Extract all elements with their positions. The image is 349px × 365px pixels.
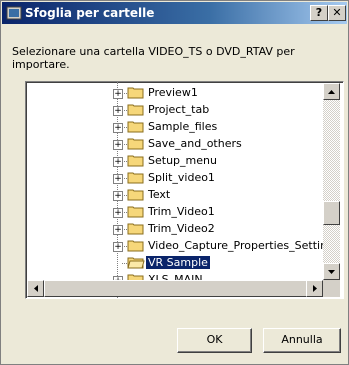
- vertical-scroll-thumb[interactable]: [323, 201, 340, 225]
- folder-icon: [127, 138, 144, 150]
- arrow-right-icon: [313, 285, 317, 292]
- tree-item-label: Text: [148, 188, 171, 201]
- expand-icon[interactable]: +: [113, 106, 123, 116]
- scroll-down-button[interactable]: [323, 263, 340, 280]
- close-button[interactable]: ✕: [328, 5, 346, 21]
- tree-item[interactable]: + Trim_Video2: [26, 220, 326, 238]
- folder-tree[interactable]: + Preview1 + Project_tab + Sample_files + Save_…: [25, 81, 344, 299]
- tree-item-label: Preview1: [148, 86, 198, 99]
- expand-icon[interactable]: +: [113, 225, 123, 235]
- expand-icon[interactable]: +: [113, 140, 123, 150]
- scroll-right-button[interactable]: [306, 280, 323, 297]
- scroll-up-button[interactable]: [323, 83, 340, 100]
- tree-item-label: Project_tab: [148, 103, 210, 116]
- folder-icon: [127, 172, 144, 184]
- expand-icon[interactable]: +: [113, 242, 123, 252]
- tree-item[interactable]: + Save_and_others: [26, 135, 326, 153]
- scroll-left-button[interactable]: [27, 280, 44, 297]
- folder-icon: [127, 223, 144, 235]
- arrow-down-icon: [328, 270, 335, 274]
- folder-icon: [127, 104, 144, 116]
- folder-icon: [127, 206, 144, 218]
- expand-icon[interactable]: +: [113, 174, 123, 184]
- horizontal-scrollbar[interactable]: [27, 280, 323, 297]
- tree-item-label: Sample_files: [148, 120, 218, 133]
- folder-icon: [127, 240, 144, 252]
- tree-item[interactable]: + Text: [26, 186, 326, 204]
- scrollbar-corner: [323, 280, 340, 297]
- cancel-button[interactable]: Annulla: [263, 328, 341, 353]
- tree-item-label: Setup_menu: [148, 154, 217, 167]
- expand-icon[interactable]: +: [113, 123, 123, 133]
- tree-item[interactable]: + Video_Capture_Properties_Settin: [26, 237, 328, 255]
- arrow-left-icon: [34, 285, 38, 292]
- tree-item-label: Save_and_others: [148, 137, 242, 150]
- open-folder-icon: [127, 257, 145, 269]
- ok-button[interactable]: OK: [177, 328, 252, 353]
- folder-icon: [127, 87, 144, 99]
- tree-item-label: Trim_Video1: [148, 205, 215, 218]
- folder-icon: [127, 121, 144, 133]
- expand-icon[interactable]: +: [113, 157, 123, 167]
- dialog-prompt: Selezionare una cartella VIDEO_TS o DVD_…: [12, 45, 295, 71]
- tree-item[interactable]: + Setup_menu: [26, 152, 326, 170]
- app-icon: [6, 6, 22, 20]
- tree-item[interactable]: + Trim_Video1: [26, 203, 326, 221]
- tree-item[interactable]: + Split_video1: [26, 169, 326, 187]
- expand-icon[interactable]: +: [113, 89, 123, 99]
- horizontal-scroll-thumb[interactable]: [44, 280, 308, 297]
- dialog-title: Sfoglia per cartelle: [25, 6, 155, 20]
- tree-item[interactable]: VR Sample: [26, 254, 326, 272]
- tree-item-label: Trim_Video2: [148, 222, 215, 235]
- tree-item[interactable]: + Sample_files: [26, 118, 326, 136]
- folder-icon: [127, 189, 144, 201]
- title-bar[interactable]: Sfoglia per cartelle ? ✕: [2, 2, 347, 24]
- tree-item-label: Split_video1: [148, 171, 215, 184]
- tree-item-label: Video_Capture_Properties_Settin: [148, 239, 328, 252]
- expand-icon[interactable]: +: [113, 191, 123, 201]
- tree-item[interactable]: + Preview1: [26, 84, 326, 102]
- help-button[interactable]: ?: [310, 5, 328, 21]
- expand-icon[interactable]: +: [113, 208, 123, 218]
- browse-folder-dialog: Sfoglia per cartelle ? ✕ Selezionare una…: [0, 0, 349, 365]
- vertical-scrollbar[interactable]: [323, 83, 340, 280]
- folder-icon: [127, 155, 144, 167]
- arrow-up-icon: [328, 90, 335, 94]
- tree-item-label: VR Sample: [146, 256, 210, 269]
- tree-item[interactable]: + Project_tab: [26, 101, 326, 119]
